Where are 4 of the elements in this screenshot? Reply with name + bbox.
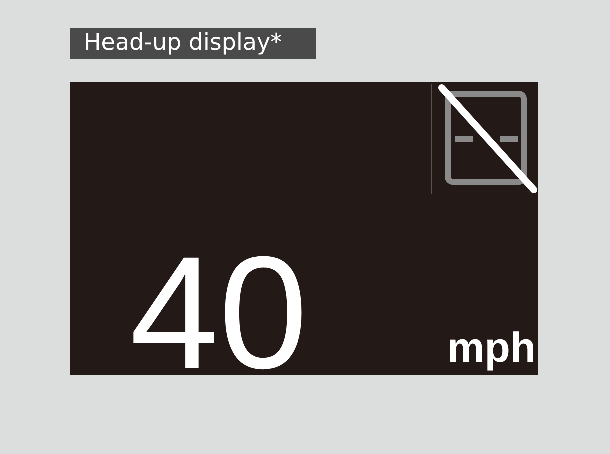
speed-reading: 40 — [130, 233, 308, 393]
section-title: Head-up display* — [70, 28, 316, 59]
crossed-out-box-icon — [430, 84, 538, 196]
speed-unit: mph — [447, 327, 536, 369]
